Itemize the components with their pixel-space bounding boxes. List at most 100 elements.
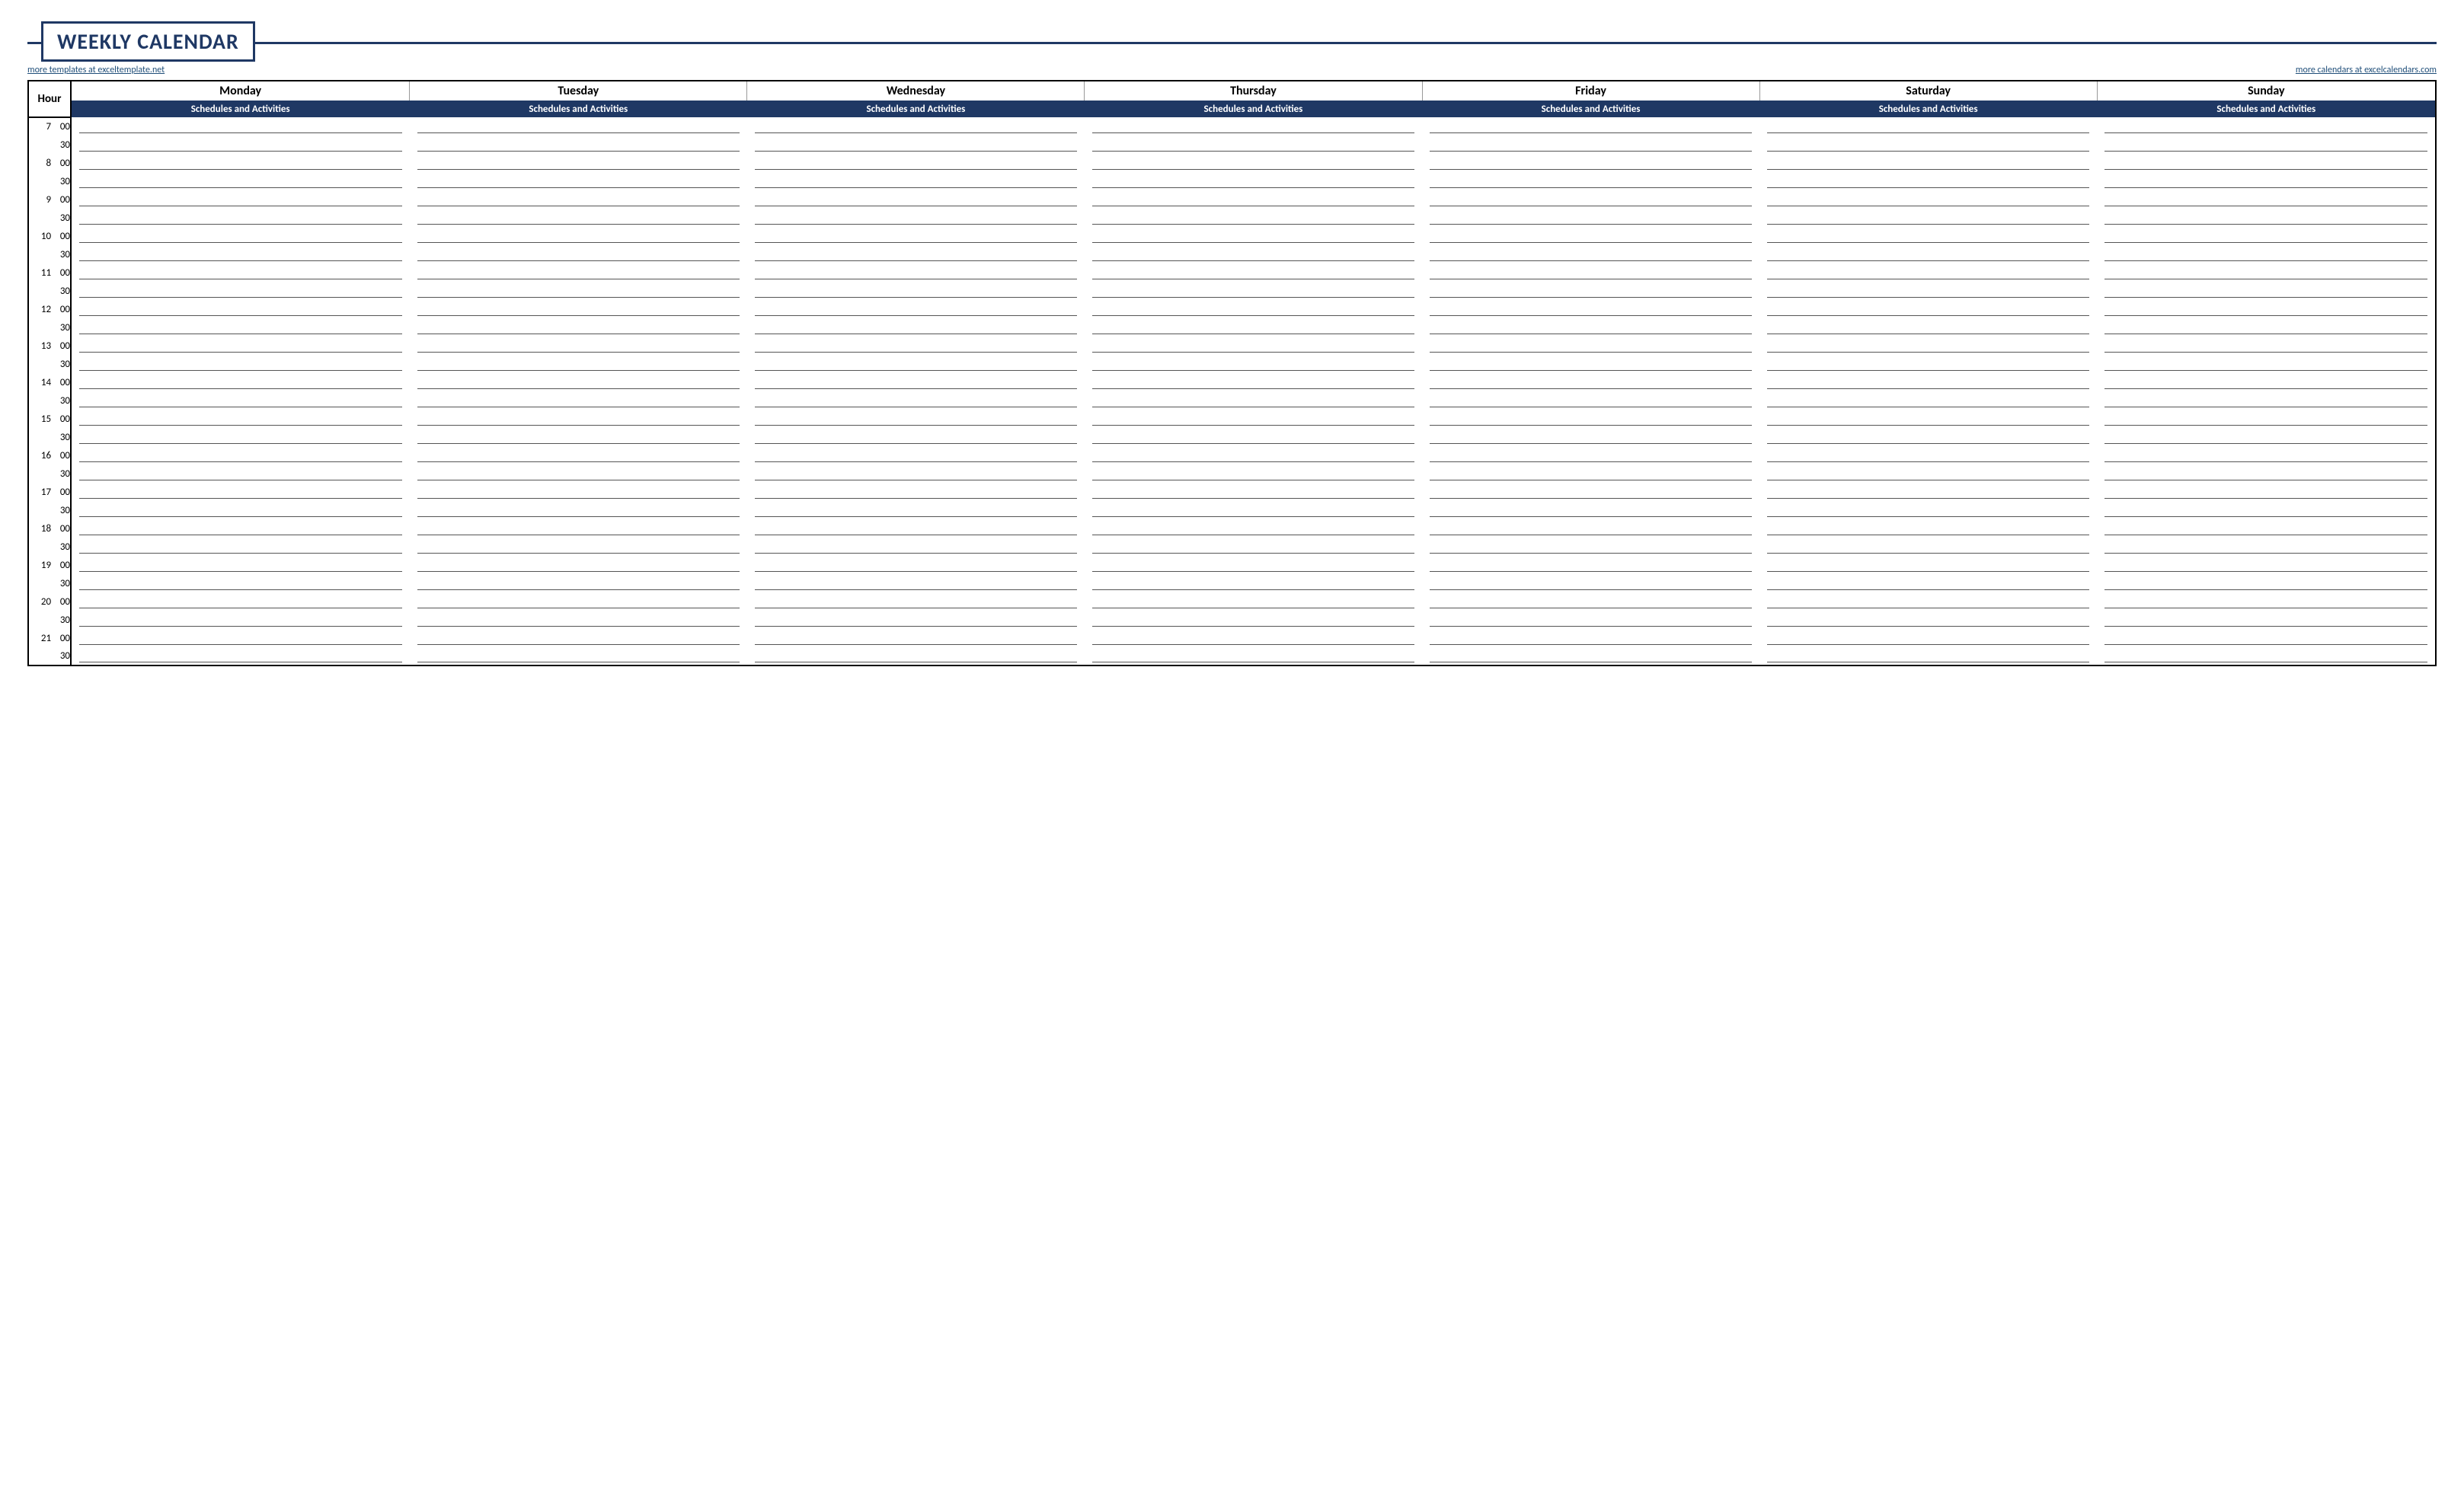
slot-cell[interactable] xyxy=(1085,355,1422,373)
slot-cell[interactable] xyxy=(1759,337,2097,355)
slot-cell[interactable] xyxy=(1422,592,1759,611)
slot-cell[interactable] xyxy=(71,373,410,391)
slot-cell[interactable] xyxy=(1759,556,2097,574)
slot-cell[interactable] xyxy=(2097,117,2436,136)
slot-cell[interactable] xyxy=(2097,446,2436,464)
slot-cell[interactable] xyxy=(747,154,1085,172)
slot-cell[interactable] xyxy=(1085,300,1422,318)
slot-cell[interactable] xyxy=(2097,647,2436,666)
slot-cell[interactable] xyxy=(1422,117,1759,136)
slot-cell[interactable] xyxy=(410,337,747,355)
slot-cell[interactable] xyxy=(1759,209,2097,227)
slot-cell[interactable] xyxy=(2097,501,2436,519)
slot-cell[interactable] xyxy=(2097,245,2436,263)
slot-cell[interactable] xyxy=(1085,647,1422,666)
slot-cell[interactable] xyxy=(747,592,1085,611)
slot-cell[interactable] xyxy=(1759,592,2097,611)
slot-cell[interactable] xyxy=(1422,538,1759,556)
slot-cell[interactable] xyxy=(1759,373,2097,391)
slot-cell[interactable] xyxy=(2097,355,2436,373)
slot-cell[interactable] xyxy=(1759,483,2097,501)
slot-cell[interactable] xyxy=(747,483,1085,501)
slot-cell[interactable] xyxy=(1759,464,2097,483)
slot-cell[interactable] xyxy=(1759,263,2097,282)
slot-cell[interactable] xyxy=(1422,300,1759,318)
slot-cell[interactable] xyxy=(1085,282,1422,300)
slot-cell[interactable] xyxy=(410,647,747,666)
slot-cell[interactable] xyxy=(71,556,410,574)
slot-cell[interactable] xyxy=(1085,190,1422,209)
slot-cell[interactable] xyxy=(1759,538,2097,556)
slot-cell[interactable] xyxy=(1085,629,1422,647)
slot-cell[interactable] xyxy=(410,172,747,190)
slot-cell[interactable] xyxy=(1085,209,1422,227)
slot-cell[interactable] xyxy=(1759,501,2097,519)
slot-cell[interactable] xyxy=(747,190,1085,209)
slot-cell[interactable] xyxy=(1085,428,1422,446)
slot-cell[interactable] xyxy=(1422,263,1759,282)
slot-cell[interactable] xyxy=(71,574,410,592)
slot-cell[interactable] xyxy=(2097,172,2436,190)
slot-cell[interactable] xyxy=(1759,611,2097,629)
slot-cell[interactable] xyxy=(410,501,747,519)
slot-cell[interactable] xyxy=(1085,611,1422,629)
slot-cell[interactable] xyxy=(2097,227,2436,245)
slot-cell[interactable] xyxy=(71,190,410,209)
slot-cell[interactable] xyxy=(410,117,747,136)
slot-cell[interactable] xyxy=(410,556,747,574)
slot-cell[interactable] xyxy=(410,300,747,318)
slot-cell[interactable] xyxy=(2097,391,2436,410)
slot-cell[interactable] xyxy=(1759,391,2097,410)
slot-cell[interactable] xyxy=(1759,245,2097,263)
slot-cell[interactable] xyxy=(410,592,747,611)
slot-cell[interactable] xyxy=(2097,556,2436,574)
slot-cell[interactable] xyxy=(2097,154,2436,172)
slot-cell[interactable] xyxy=(1422,391,1759,410)
slot-cell[interactable] xyxy=(2097,282,2436,300)
slot-cell[interactable] xyxy=(2097,519,2436,538)
slot-cell[interactable] xyxy=(71,410,410,428)
slot-cell[interactable] xyxy=(1085,391,1422,410)
slot-cell[interactable] xyxy=(71,647,410,666)
slot-cell[interactable] xyxy=(71,154,410,172)
slot-cell[interactable] xyxy=(1422,611,1759,629)
slot-cell[interactable] xyxy=(747,172,1085,190)
slot-cell[interactable] xyxy=(747,538,1085,556)
slot-cell[interactable] xyxy=(71,629,410,647)
slot-cell[interactable] xyxy=(1422,373,1759,391)
slot-cell[interactable] xyxy=(747,245,1085,263)
slot-cell[interactable] xyxy=(71,245,410,263)
slot-cell[interactable] xyxy=(410,190,747,209)
slot-cell[interactable] xyxy=(1085,464,1422,483)
slot-cell[interactable] xyxy=(747,519,1085,538)
slot-cell[interactable] xyxy=(1759,519,2097,538)
slot-cell[interactable] xyxy=(71,519,410,538)
slot-cell[interactable] xyxy=(1422,318,1759,337)
slot-cell[interactable] xyxy=(71,209,410,227)
slot-cell[interactable] xyxy=(410,574,747,592)
slot-cell[interactable] xyxy=(410,629,747,647)
slot-cell[interactable] xyxy=(410,410,747,428)
slot-cell[interactable] xyxy=(747,629,1085,647)
slot-cell[interactable] xyxy=(71,117,410,136)
slot-cell[interactable] xyxy=(2097,611,2436,629)
slot-cell[interactable] xyxy=(747,373,1085,391)
slot-cell[interactable] xyxy=(1422,209,1759,227)
slot-cell[interactable] xyxy=(1759,227,2097,245)
slot-cell[interactable] xyxy=(1759,428,2097,446)
slot-cell[interactable] xyxy=(1085,483,1422,501)
slot-cell[interactable] xyxy=(1422,337,1759,355)
slot-cell[interactable] xyxy=(1085,410,1422,428)
slot-cell[interactable] xyxy=(2097,190,2436,209)
slot-cell[interactable] xyxy=(747,647,1085,666)
slot-cell[interactable] xyxy=(747,501,1085,519)
slot-cell[interactable] xyxy=(1085,337,1422,355)
slot-cell[interactable] xyxy=(1422,519,1759,538)
slot-cell[interactable] xyxy=(1422,154,1759,172)
slot-cell[interactable] xyxy=(2097,592,2436,611)
slot-cell[interactable] xyxy=(410,136,747,154)
slot-cell[interactable] xyxy=(2097,263,2436,282)
slot-cell[interactable] xyxy=(747,209,1085,227)
slot-cell[interactable] xyxy=(410,611,747,629)
slot-cell[interactable] xyxy=(71,337,410,355)
